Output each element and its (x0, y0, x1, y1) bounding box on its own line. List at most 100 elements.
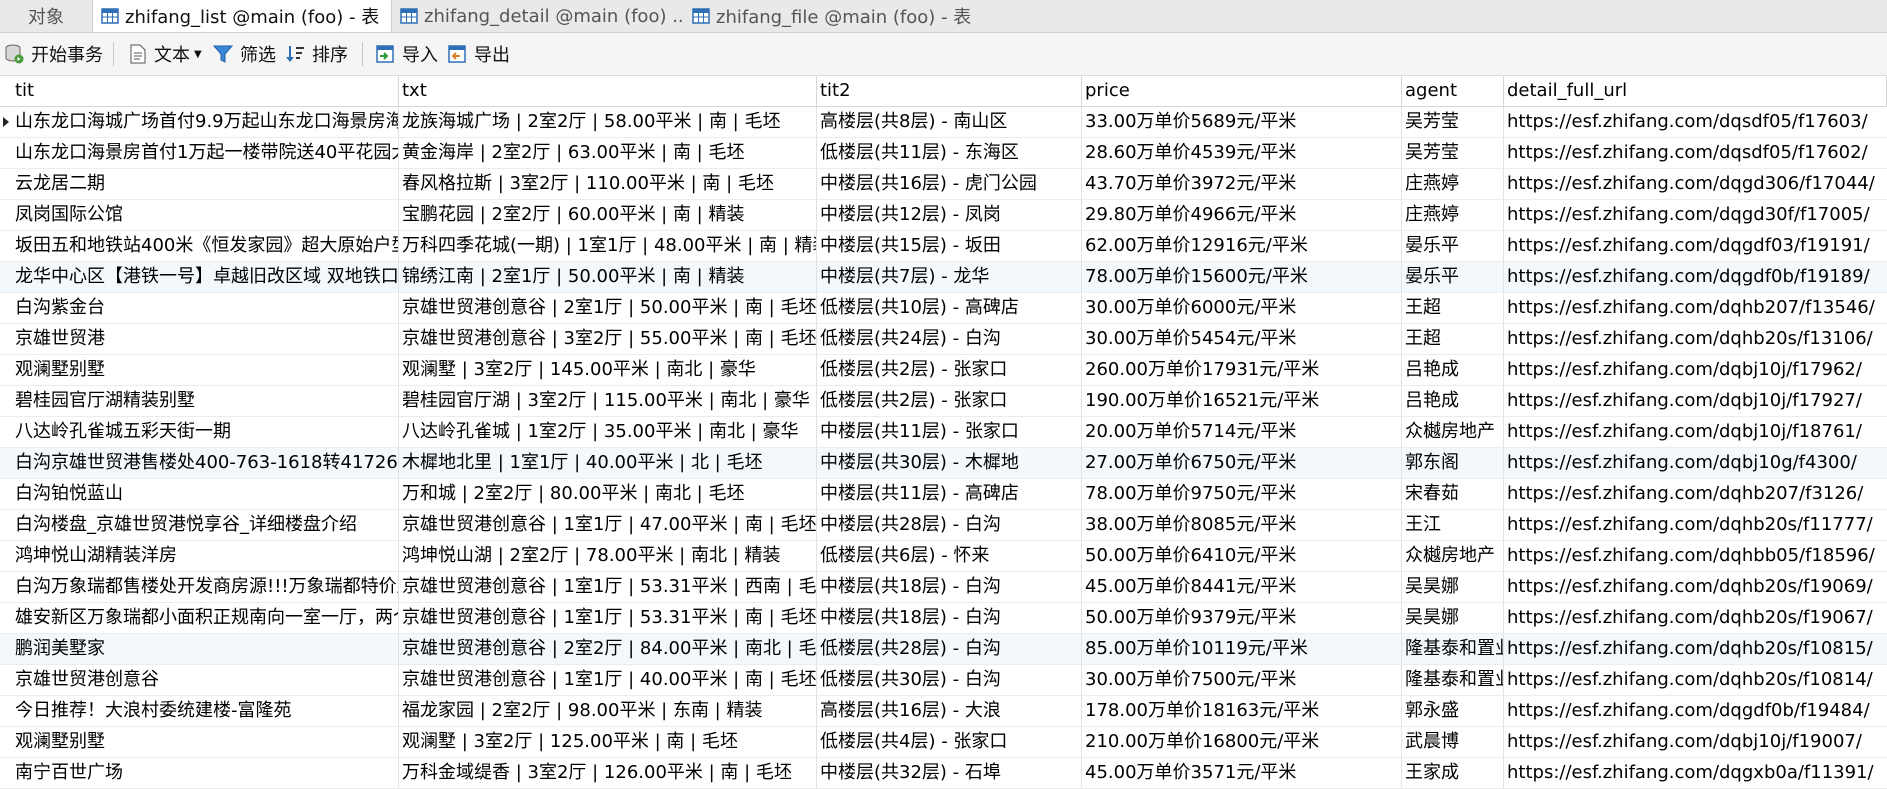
cell-price[interactable]: 178.00万单价18163元/平米 (1082, 696, 1402, 726)
cell-tit[interactable]: 鹏润美墅家 (12, 634, 399, 664)
cell-tit2[interactable]: 低楼层(共10层) - 高碑店 (817, 293, 1082, 323)
cell-txt[interactable]: 黄金海岸 | 2室2厅 | 63.00平米 | 南 | 毛坯 (399, 138, 817, 168)
cell-price[interactable]: 27.00万单价6750元/平米 (1082, 448, 1402, 478)
cell-txt[interactable]: 万科金域缇香 | 3室2厅 | 126.00平米 | 南 | 毛坯 (399, 758, 817, 788)
cell-detail-full-url[interactable]: https://esf.zhifang.com/dqhb20s/f11777/ (1504, 510, 1887, 540)
cell-txt[interactable]: 观澜墅 | 3室2厅 | 145.00平米 | 南北 | 豪华 (399, 355, 817, 385)
cell-detail-full-url[interactable]: https://esf.zhifang.com/dqgd30f/f17005/ (1504, 200, 1887, 230)
cell-detail-full-url[interactable]: https://esf.zhifang.com/dqhb20s/f10815/ (1504, 634, 1887, 664)
tab-zhifang-list[interactable]: zhifang_list @main (foo) - 表 (92, 0, 392, 32)
cell-price[interactable]: 78.00万单价15600元/平米 (1082, 262, 1402, 292)
table-row[interactable]: 今日推荐！大浪村委统建楼-富隆苑 福龙家园 | 2室2厅 | 98.00平米 | … (0, 696, 1887, 727)
cell-tit2[interactable]: 低楼层(共4层) - 张家口 (817, 727, 1082, 757)
cell-price[interactable]: 45.00万单价3571元/平米 (1082, 758, 1402, 788)
cell-tit2[interactable]: 低楼层(共2层) - 张家口 (817, 386, 1082, 416)
begin-transaction-button[interactable]: 开始事务 (3, 33, 103, 75)
cell-tit2[interactable]: 中楼层(共11层) - 张家口 (817, 417, 1082, 447)
cell-txt[interactable]: 碧桂园官厅湖 | 3室2厅 | 115.00平米 | 南北 | 豪华 (399, 386, 817, 416)
cell-tit[interactable]: 山东龙口海城广场首付9.9万起山东龙口海景房海 (12, 107, 399, 137)
cell-price[interactable]: 85.00万单价10119元/平米 (1082, 634, 1402, 664)
cell-tit[interactable]: 凤岗国际公馆 (12, 200, 399, 230)
cell-agent[interactable]: 宋春茹 (1402, 479, 1504, 509)
cell-agent[interactable]: 武晨博 (1402, 727, 1504, 757)
table-row[interactable]: 白沟紫金台 京雄世贸港创意谷 | 2室1厅 | 50.00平米 | 南 | 毛坯低… (0, 293, 1887, 324)
cell-agent[interactable]: 吴昊娜 (1402, 572, 1504, 602)
cell-tit[interactable]: 龙华中心区【港铁一号】卓越旧改区域 双地铁口 (12, 262, 399, 292)
cell-tit[interactable]: 山东龙口海景房首付1万起一楼带院送40平花园大 (12, 138, 399, 168)
cell-tit[interactable]: 观澜墅别墅 (12, 355, 399, 385)
cell-detail-full-url[interactable]: https://esf.zhifang.com/dqbj10j/f18761/ (1504, 417, 1887, 447)
cell-tit2[interactable]: 低楼层(共6层) - 怀来 (817, 541, 1082, 571)
cell-tit2[interactable]: 低楼层(共11层) - 东海区 (817, 138, 1082, 168)
cell-txt[interactable]: 锦绣江南 | 2室1厅 | 50.00平米 | 南 | 精装 (399, 262, 817, 292)
cell-agent[interactable]: 王超 (1402, 324, 1504, 354)
cell-txt[interactable]: 京雄世贸港创意谷 | 1室1厅 | 47.00平米 | 南 | 毛坯 (399, 510, 817, 540)
table-row[interactable]: 山东龙口海城广场首付9.9万起山东龙口海景房海 龙族海城广场 | 2室2厅 | 5… (0, 107, 1887, 138)
cell-detail-full-url[interactable]: https://esf.zhifang.com/dqgdf0b/f19189/ (1504, 262, 1887, 292)
cell-agent[interactable]: 王江 (1402, 510, 1504, 540)
cell-tit[interactable]: 白沟铂悦蓝山 (12, 479, 399, 509)
cell-txt[interactable]: 八达岭孔雀城 | 1室2厅 | 35.00平米 | 南北 | 豪华 (399, 417, 817, 447)
import-button[interactable]: 导入 (374, 33, 438, 75)
sort-button[interactable]: 排序 (284, 33, 348, 75)
cell-detail-full-url[interactable]: https://esf.zhifang.com/dqbj10g/f4300/ (1504, 448, 1887, 478)
cell-tit2[interactable]: 低楼层(共24层) - 白沟 (817, 324, 1082, 354)
table-row[interactable]: 白沟万象瑞都售楼处开发商房源!!!万象瑞都特价房 京雄世贸港创意谷 | 1室1厅 … (0, 572, 1887, 603)
cell-detail-full-url[interactable]: https://esf.zhifang.com/dqhb20s/f19069/ (1504, 572, 1887, 602)
cell-txt[interactable]: 木樨地北里 | 1室1厅 | 40.00平米 | 北 | 毛坯 (399, 448, 817, 478)
cell-agent[interactable]: 隆基泰和置业 (1402, 634, 1504, 664)
cell-tit2[interactable]: 中楼层(共30层) - 木樨地 (817, 448, 1082, 478)
cell-txt[interactable]: 鸿坤悦山湖 | 2室2厅 | 78.00平米 | 南北 | 精装 (399, 541, 817, 571)
cell-tit[interactable]: 八达岭孔雀城五彩天街一期 (12, 417, 399, 447)
cell-txt[interactable]: 京雄世贸港创意谷 | 1室1厅 | 53.31平米 | 南 | 毛坯 (399, 603, 817, 633)
cell-tit[interactable]: 今日推荐！大浪村委统建楼-富隆苑 (12, 696, 399, 726)
column-header-detail-full-url[interactable]: detail_full_url (1504, 76, 1887, 106)
cell-agent[interactable]: 吴昊娜 (1402, 603, 1504, 633)
cell-price[interactable]: 28.60万单价4539元/平米 (1082, 138, 1402, 168)
cell-tit[interactable]: 京雄世贸港创意谷 (12, 665, 399, 695)
column-header-price[interactable]: price (1082, 76, 1402, 106)
cell-tit[interactable]: 白沟万象瑞都售楼处开发商房源!!!万象瑞都特价房 (12, 572, 399, 602)
table-row[interactable]: 京雄世贸港 京雄世贸港创意谷 | 3室2厅 | 55.00平米 | 南 | 毛坯低… (0, 324, 1887, 355)
cell-detail-full-url[interactable]: https://esf.zhifang.com/dqgdf0b/f19484/ (1504, 696, 1887, 726)
cell-detail-full-url[interactable]: https://esf.zhifang.com/dqhb207/f3126/ (1504, 479, 1887, 509)
cell-price[interactable]: 62.00万单价12916元/平米 (1082, 231, 1402, 261)
cell-tit[interactable]: 鸿坤悦山湖精装洋房 (12, 541, 399, 571)
cell-txt[interactable]: 春风格拉斯 | 3室2厅 | 110.00平米 | 南 | 毛坯 (399, 169, 817, 199)
cell-tit2[interactable]: 中楼层(共12层) - 凤岗 (817, 200, 1082, 230)
cell-detail-full-url[interactable]: https://esf.zhifang.com/dqsdf05/f17602/ (1504, 138, 1887, 168)
cell-tit2[interactable]: 低楼层(共2层) - 张家口 (817, 355, 1082, 385)
cell-agent[interactable]: 郭永盛 (1402, 696, 1504, 726)
cell-tit[interactable]: 观澜墅别墅 (12, 727, 399, 757)
cell-price[interactable]: 33.00万单价5689元/平米 (1082, 107, 1402, 137)
cell-detail-full-url[interactable]: https://esf.zhifang.com/dqgxb0a/f11391/ (1504, 758, 1887, 788)
cell-agent[interactable]: 众樾房地产 (1402, 541, 1504, 571)
cell-tit[interactable]: 白沟京雄世贸港售楼处400-763-1618转41726 (12, 448, 399, 478)
cell-detail-full-url[interactable]: https://esf.zhifang.com/dqhb207/f13546/ (1504, 293, 1887, 323)
table-row[interactable]: 龙华中心区【港铁一号】卓越旧改区域 双地铁口 锦绣江南 | 2室1厅 | 50.0… (0, 262, 1887, 293)
cell-detail-full-url[interactable]: https://esf.zhifang.com/dqhb20s/f19067/ (1504, 603, 1887, 633)
table-row[interactable]: 白沟京雄世贸港售楼处400-763-1618转41726 木樨地北里 | 1室1厅… (0, 448, 1887, 479)
text-button[interactable]: 文本 ▼ (128, 33, 202, 75)
cell-agent[interactable]: 庄燕婷 (1402, 169, 1504, 199)
cell-tit[interactable]: 白沟楼盘_京雄世贸港悦享谷_详细楼盘介绍 (12, 510, 399, 540)
cell-tit2[interactable]: 低楼层(共30层) - 白沟 (817, 665, 1082, 695)
cell-price[interactable]: 43.70万单价3972元/平米 (1082, 169, 1402, 199)
cell-tit2[interactable]: 高楼层(共16层) - 大浪 (817, 696, 1082, 726)
cell-price[interactable]: 50.00万单价6410元/平米 (1082, 541, 1402, 571)
cell-tit2[interactable]: 中楼层(共7层) - 龙华 (817, 262, 1082, 292)
cell-txt[interactable]: 京雄世贸港创意谷 | 1室1厅 | 40.00平米 | 南 | 毛坯 (399, 665, 817, 695)
cell-price[interactable]: 260.00万单价17931元/平米 (1082, 355, 1402, 385)
column-header-txt[interactable]: txt (399, 76, 817, 106)
table-row[interactable]: 坂田五和地铁站400米《恒发家园》超大原始户型 万科四季花城(一期) | 1室1厅… (0, 231, 1887, 262)
cell-agent[interactable]: 吕艳成 (1402, 386, 1504, 416)
table-row[interactable]: 凤岗国际公馆 宝鹏花园 | 2室2厅 | 60.00平米 | 南 | 精装 中楼层(… (0, 200, 1887, 231)
cell-detail-full-url[interactable]: https://esf.zhifang.com/dqhb20s/f13106/ (1504, 324, 1887, 354)
cell-agent[interactable]: 吴芳莹 (1402, 138, 1504, 168)
filter-button[interactable]: 筛选 (212, 33, 276, 75)
cell-price[interactable]: 30.00万单价7500元/平米 (1082, 665, 1402, 695)
cell-detail-full-url[interactable]: https://esf.zhifang.com/dqgd306/f17044/ (1504, 169, 1887, 199)
cell-price[interactable]: 30.00万单价6000元/平米 (1082, 293, 1402, 323)
cell-txt[interactable]: 京雄世贸港创意谷 | 1室1厅 | 53.31平米 | 西南 | 毛坯 (399, 572, 817, 602)
cell-agent[interactable]: 吕艳成 (1402, 355, 1504, 385)
